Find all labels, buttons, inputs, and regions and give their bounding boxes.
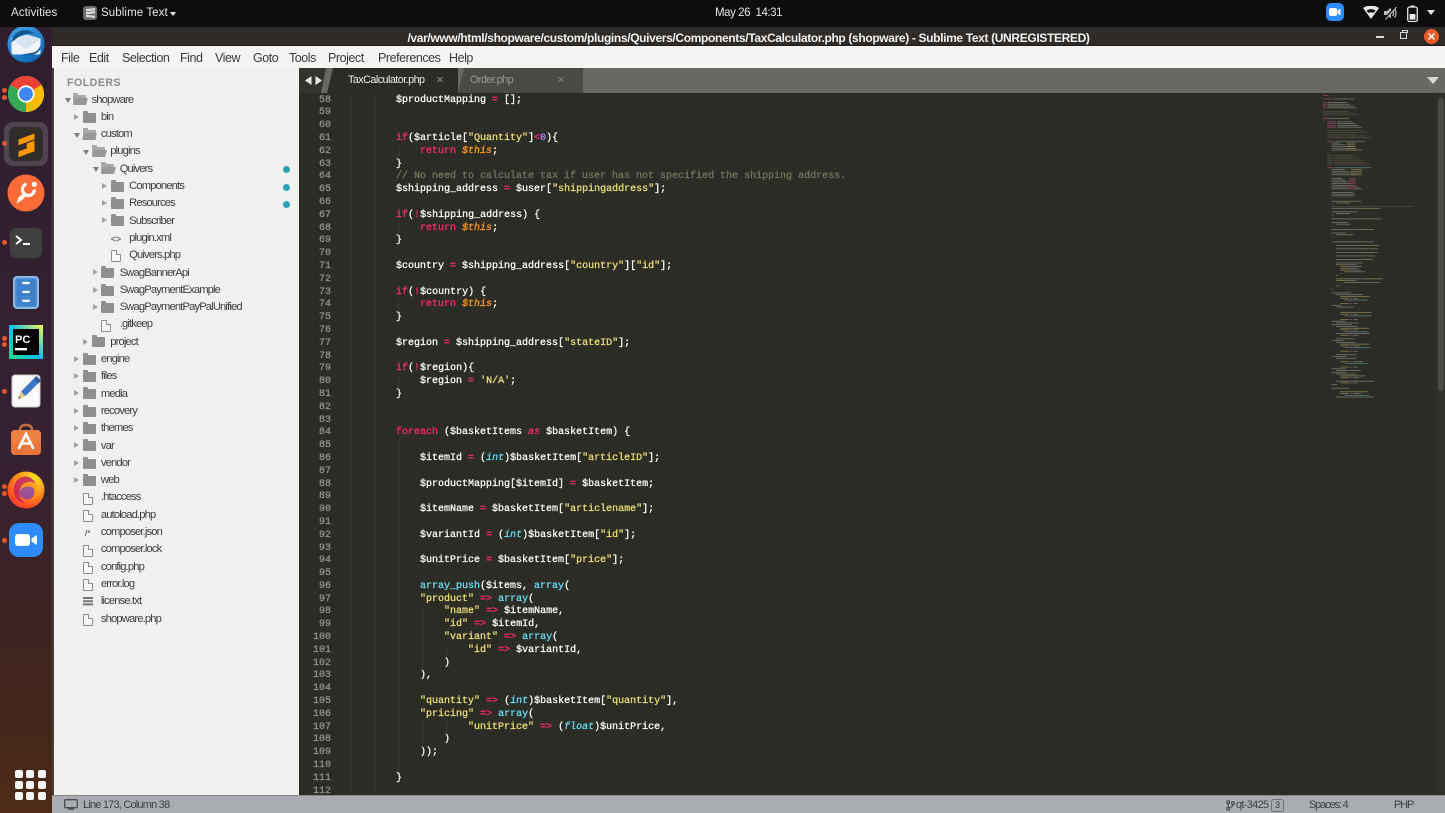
- svg-text:PC: PC: [15, 334, 30, 346]
